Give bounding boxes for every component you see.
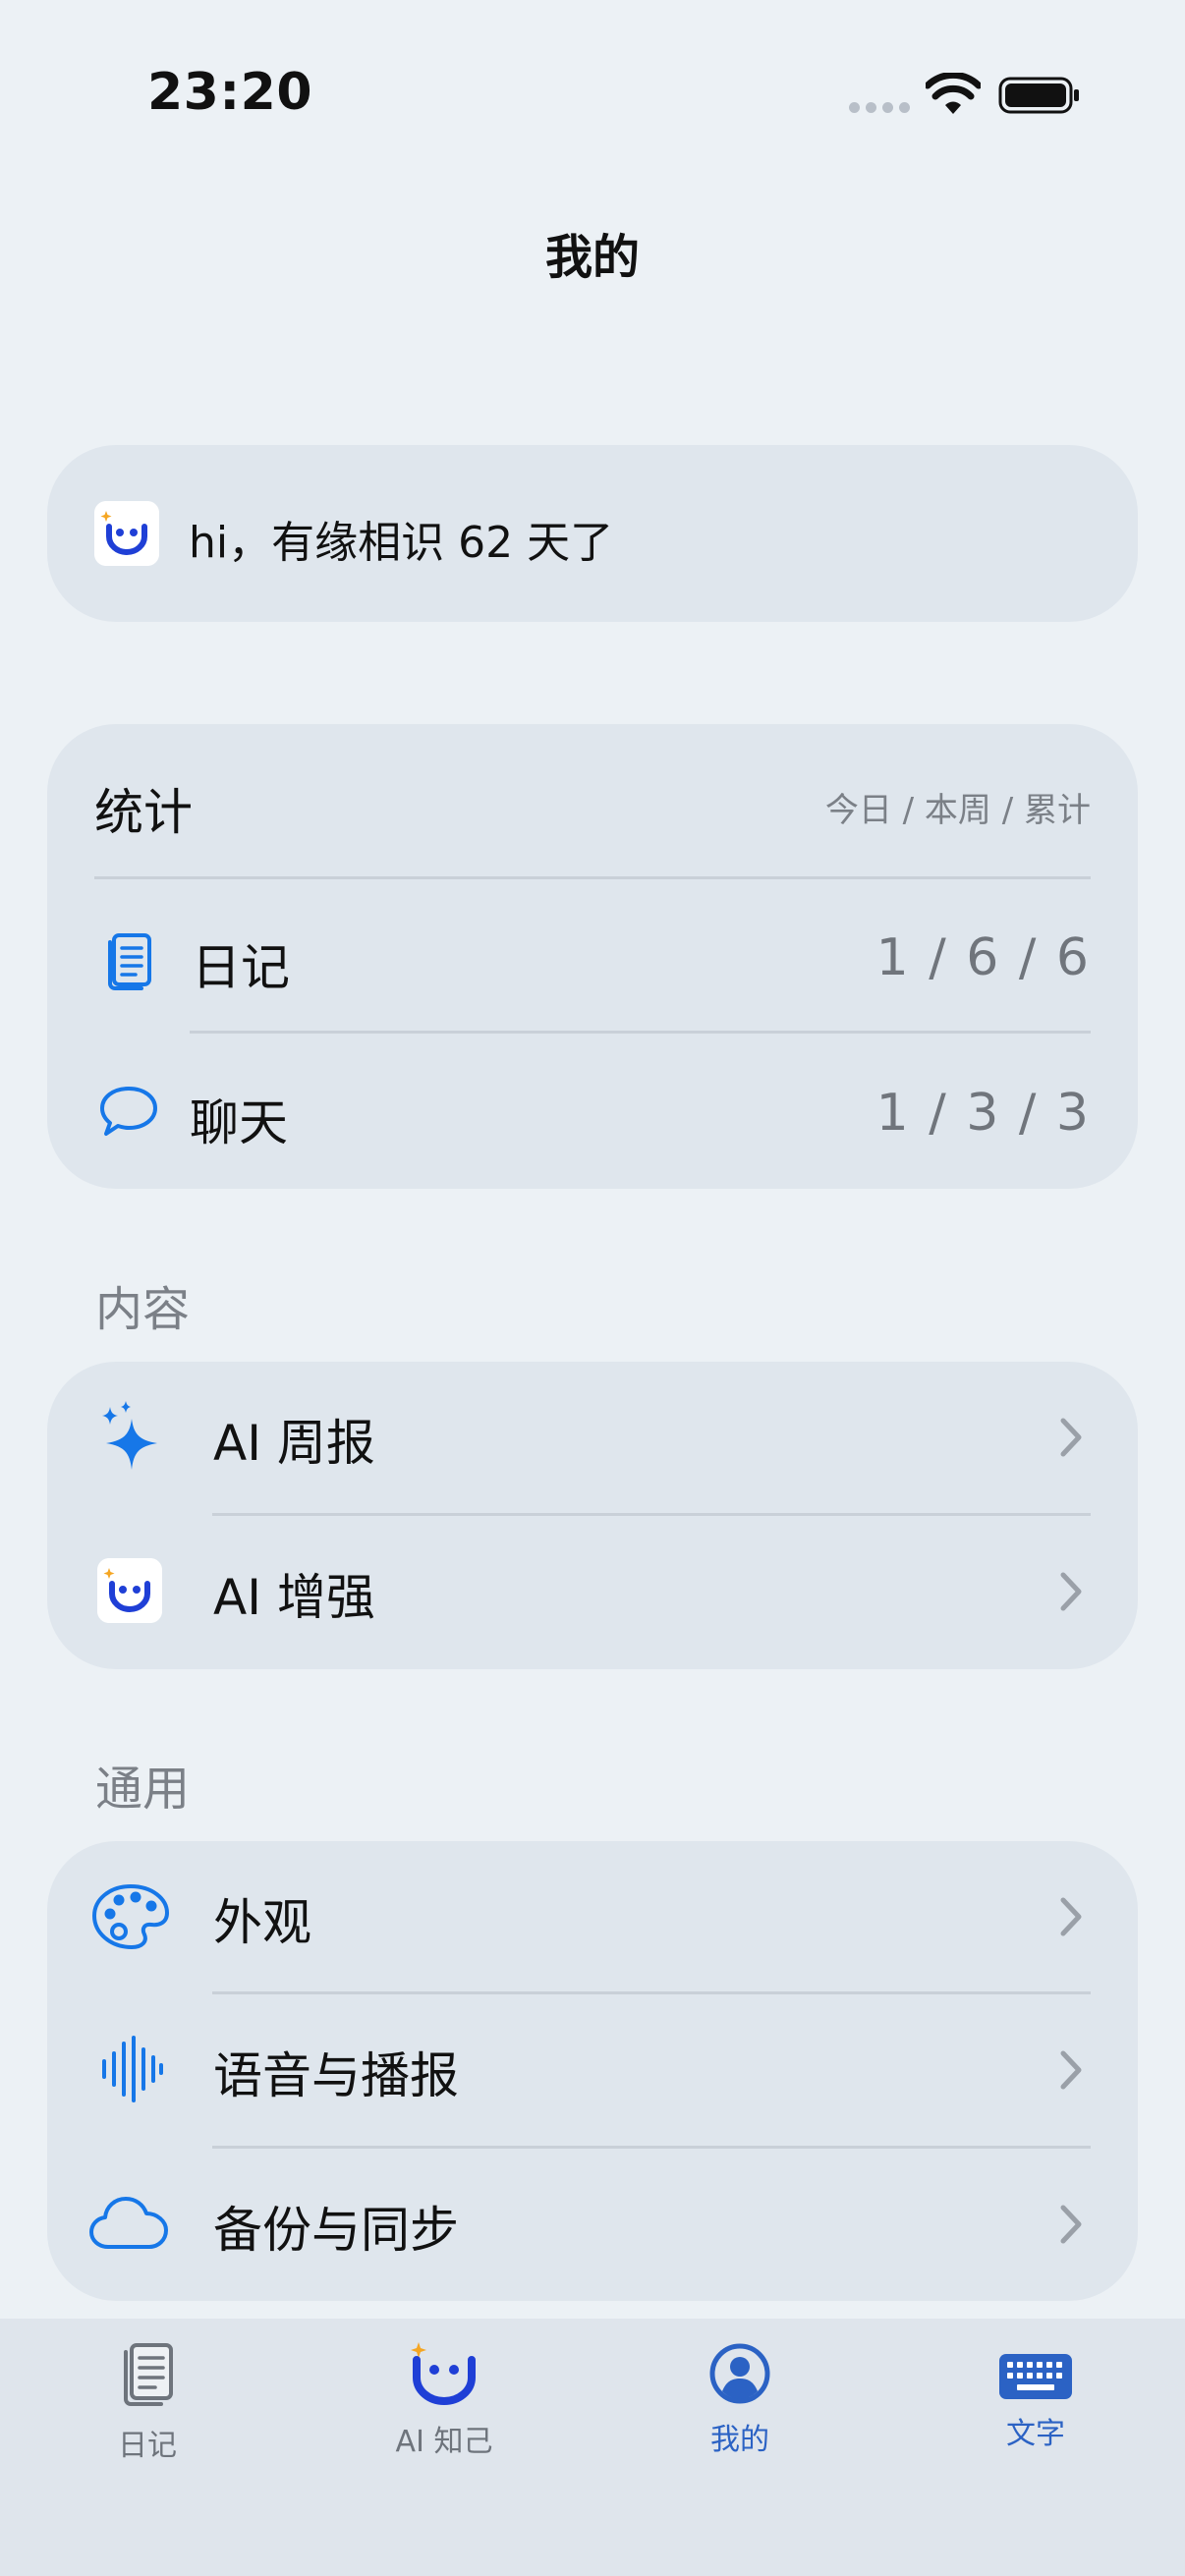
menu-item-label: 语音与播报	[213, 2047, 459, 2104]
tab-label: AI 知己	[395, 2425, 493, 2459]
battery-icon	[998, 77, 1079, 114]
menu-item-label: AI 周报	[213, 1415, 375, 1472]
greeting-card[interactable]: hi，有缘相识 62 天了	[47, 445, 1138, 622]
divider	[190, 1031, 1091, 1034]
cloud-icon	[89, 2197, 168, 2249]
tab-profile[interactable]: 我的	[592, 2319, 887, 2515]
menu-item-voice[interactable]: 语音与播报	[47, 1994, 1138, 2148]
stats-diary-label: 日记	[192, 939, 290, 996]
stats-chat-value: 1 / 3 / 3	[875, 1084, 1091, 1143]
tab-label: 日记	[118, 2429, 177, 2463]
app-logo-icon	[94, 501, 159, 566]
tab-ai-friend[interactable]: AI 知己	[297, 2319, 592, 2515]
palette-icon	[91, 1883, 170, 1950]
waveform-icon	[102, 2036, 163, 2102]
menu-item-label: 外观	[213, 1894, 311, 1951]
section-title-content: 内容	[95, 1282, 191, 1337]
divider	[94, 876, 1091, 879]
app-logo-icon	[97, 1558, 162, 1623]
menu-item-ai-enhance[interactable]: AI 增强	[47, 1516, 1138, 1669]
stats-chat-label: 聊天	[190, 1094, 288, 1151]
chevron-right-icon	[1060, 1418, 1082, 1457]
stats-card: 统计 今日 / 本周 / 累计 日记 1 / 6 / 6 聊天 1 / 3 / …	[47, 724, 1138, 1189]
status-time: 23:20	[147, 63, 313, 122]
tab-diary[interactable]: 日记	[0, 2319, 295, 2515]
tab-text-input[interactable]: 文字	[888, 2319, 1183, 2515]
menu-item-backup[interactable]: 备份与同步	[47, 2149, 1138, 2301]
tab-label: 文字	[1006, 2417, 1065, 2451]
sparkle-icon	[102, 1401, 157, 1470]
greeting-text: hi，有缘相识 62 天了	[189, 518, 614, 568]
menu-item-label: 备份与同步	[213, 2202, 459, 2259]
general-card: 外观 语音与播报 备份与同步	[47, 1841, 1138, 2301]
menu-item-ai-weekly[interactable]: AI 周报	[47, 1362, 1138, 1514]
keyboard-icon	[999, 2354, 1072, 2399]
stats-title: 统计	[94, 784, 193, 841]
stats-diary-value: 1 / 6 / 6	[875, 928, 1091, 987]
menu-item-appearance[interactable]: 外观	[47, 1841, 1138, 1993]
section-title-general: 通用	[95, 1762, 191, 1817]
tab-bar: 日记 AI 知己 我的 文字	[0, 2319, 1185, 2576]
tab-label: 我的	[710, 2423, 769, 2457]
page-title: 我的	[544, 230, 640, 285]
menu-item-label: AI 增强	[213, 1569, 375, 1626]
diary-icon	[108, 933, 151, 990]
chevron-right-icon	[1060, 1572, 1082, 1611]
stats-period-hint: 今日 / 本周 / 累计	[824, 791, 1091, 830]
diary-tab-icon	[124, 2343, 173, 2406]
cellular-signal-icon	[849, 102, 910, 113]
chevron-right-icon	[1060, 1897, 1082, 1936]
app-logo-icon	[411, 2342, 476, 2405]
profile-screen: 23:20 我的 hi，有缘相识 62 天了 统计 今日 / 本周 / 累计 日…	[0, 0, 1185, 2576]
wifi-icon	[926, 73, 981, 114]
content-card: AI 周报 AI 增强	[47, 1362, 1138, 1669]
person-circle-icon	[709, 2343, 770, 2404]
chevron-right-icon	[1060, 2050, 1082, 2090]
chevron-right-icon	[1060, 2205, 1082, 2244]
chat-bubble-icon	[100, 1087, 157, 1136]
